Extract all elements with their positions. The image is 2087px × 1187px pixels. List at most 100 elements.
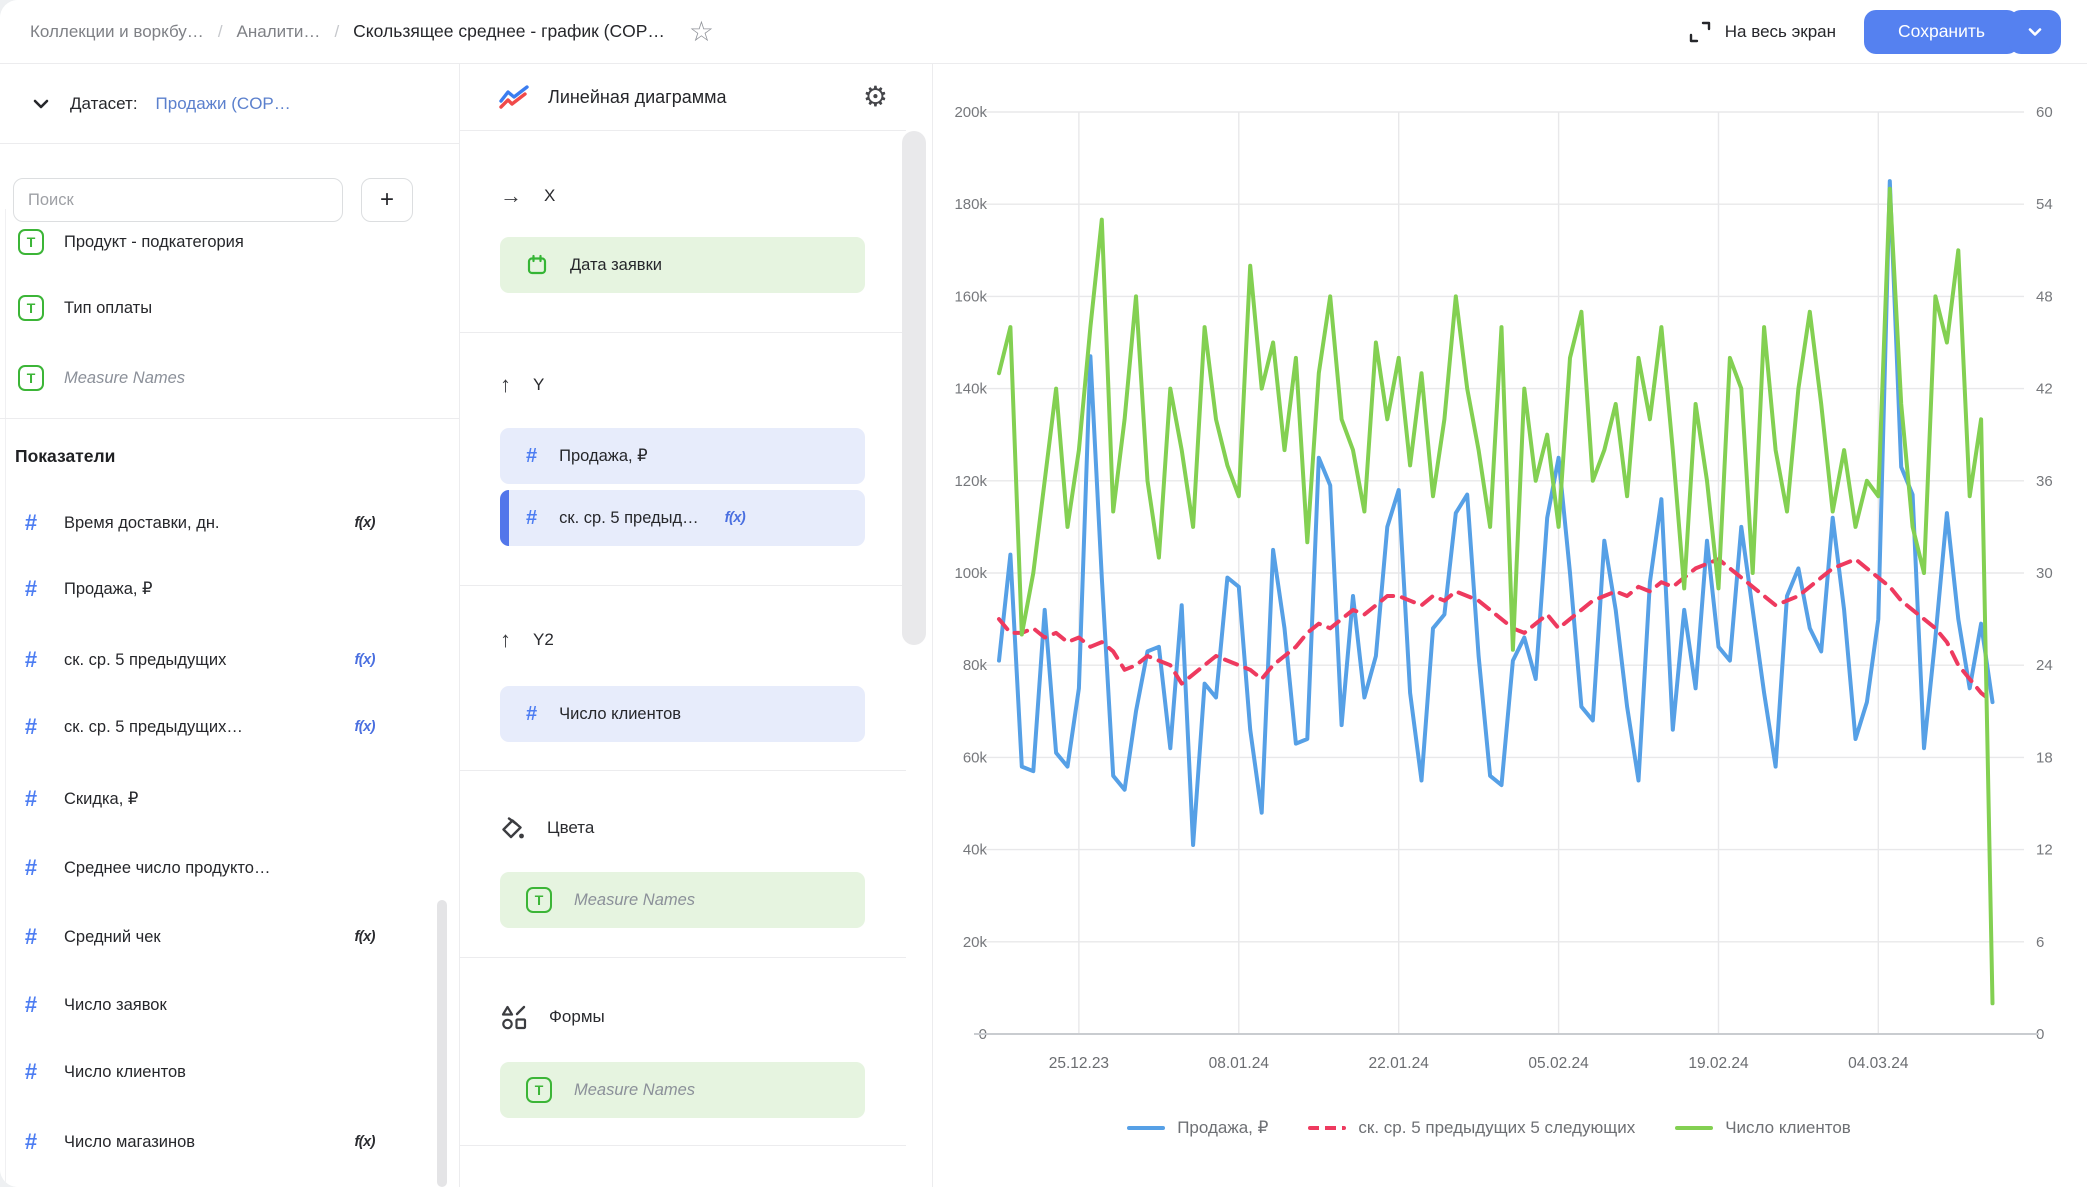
section-colors: Цвета (500, 808, 594, 848)
calendar-icon (526, 254, 548, 276)
divider (0, 418, 459, 419)
legend-label: Число клиентов (1725, 1118, 1851, 1138)
svg-text:180k: 180k (954, 196, 987, 213)
field-label: Среднее число продукто… (64, 859, 270, 878)
svg-text:60: 60 (2036, 104, 2053, 121)
field-row-measure[interactable]: # Число заявок (0, 981, 459, 1029)
field-label: Продукт - подкатегория (64, 233, 244, 252)
shelf-field-colors[interactable]: T Measure Names (500, 872, 865, 928)
field-label: Число клиентов (64, 1063, 186, 1082)
svg-text:100k: 100k (954, 565, 987, 582)
field-row-measure[interactable]: #Среднее число продукто… (0, 844, 459, 892)
arrow-up-icon: ↑ (500, 372, 511, 398)
number-field-icon: # (526, 445, 537, 468)
section-shapes-label: Формы (549, 1007, 605, 1027)
number-field-icon: # (18, 786, 44, 812)
gear-icon[interactable]: ⚙ (863, 83, 888, 111)
divider (460, 1145, 906, 1146)
chart-type-header: Линейная диаграмма ⚙ (460, 64, 932, 130)
shelf-field-x[interactable]: Дата заявки (500, 237, 865, 293)
dataset-label: Датасет: (70, 94, 138, 114)
number-field-icon: # (18, 1059, 44, 1085)
svg-text:140k: 140k (954, 381, 987, 398)
svg-text:36: 36 (2036, 473, 2053, 490)
section-y2: ↑ Y2 (500, 620, 554, 660)
shelf-field-y2[interactable]: # Число клиентов (500, 686, 865, 742)
number-field-icon: # (18, 992, 44, 1018)
legend-item-clients[interactable]: Число клиентов (1675, 1118, 1851, 1138)
dataset-row: Датасет: Продажи (COP… (0, 64, 459, 143)
svg-text:20k: 20k (963, 934, 988, 951)
legend-label: Продажа, ₽ (1177, 1118, 1268, 1138)
svg-text:08.01.24: 08.01.24 (1209, 1055, 1270, 1072)
field-label: Время доставки, дн. (64, 514, 220, 533)
shelf-field-label: ск. ср. 5 предыд… (559, 509, 699, 528)
arrow-up-icon: ↑ (500, 627, 511, 653)
section-colors-label: Цвета (547, 818, 594, 838)
sidebar-scrollbar[interactable] (437, 900, 447, 1187)
svg-text:54: 54 (2036, 196, 2053, 213)
field-label: ск. ср. 5 предыдущих (64, 651, 226, 670)
divider (460, 957, 906, 958)
field-row-measure[interactable]: #Средний чекf(x) (0, 913, 459, 961)
shelf-field-shapes[interactable]: T Measure Names (500, 1062, 865, 1118)
top-bar: Коллекции и воркбу… / Аналити… / Скользя… (0, 0, 2087, 64)
formula-icon: f(x) (354, 515, 375, 531)
text-field-icon: T (18, 365, 44, 391)
svg-text:200k: 200k (954, 104, 987, 121)
field-row-measure[interactable]: # Время доставки, дн. f(x) (0, 499, 459, 547)
breadcrumb-collections[interactable]: Коллекции и воркбу… (30, 22, 204, 42)
legend-item-sales[interactable]: Продажа, ₽ (1127, 1118, 1268, 1138)
section-shapes: Формы (500, 997, 605, 1037)
field-label: Продажа, ₽ (64, 579, 153, 599)
shelf-scrollbar[interactable] (902, 131, 926, 645)
svg-text:22.01.24: 22.01.24 (1369, 1055, 1430, 1072)
chart-canvas[interactable]: 0020k640k1260k1880k24100k30120k36140k421… (934, 64, 2087, 1187)
chart-settings-panel: Линейная диаграмма ⚙ → X Дата заявки ↑ Y… (460, 64, 933, 1187)
shelf-field-y1[interactable]: # Продажа, ₽ (500, 428, 865, 484)
breadcrumb-analytics[interactable]: Аналити… (237, 22, 321, 42)
shelf-field-y2-selected[interactable]: # ск. ср. 5 предыд… f(x) (500, 490, 865, 546)
search-input[interactable] (13, 178, 343, 222)
add-field-button[interactable]: + (361, 178, 413, 222)
field-row-dimension[interactable]: T Продукт - подкатегория (0, 218, 459, 266)
formula-icon: f(x) (354, 652, 375, 668)
topbar-actions: На весь экран Сохранить (1687, 10, 2061, 54)
measures-header: Показатели (15, 446, 115, 467)
collapse-chevron-icon[interactable] (30, 93, 52, 115)
number-field-icon: # (18, 510, 44, 536)
field-row-dimension[interactable]: T Тип оплаты (0, 284, 459, 332)
dataset-name-link[interactable]: Продажи (COP… (156, 94, 291, 114)
save-button[interactable]: Сохранить (1864, 10, 2019, 54)
fullscreen-button[interactable]: На весь экран (1687, 19, 1836, 45)
shelf-field-label: Дата заявки (570, 256, 662, 275)
field-label: Число заявок (64, 996, 167, 1015)
favorite-star-icon[interactable]: ☆ (689, 18, 714, 46)
field-row-measure[interactable]: # Число магазинов f(x) (0, 1118, 459, 1166)
legend-item-moving-average[interactable]: ск. ср. 5 предыдущих 5 следующих (1308, 1118, 1635, 1138)
breadcrumb: Коллекции и воркбу… / Аналити… / Скользя… (30, 18, 714, 46)
shelf-field-label: Measure Names (574, 891, 695, 910)
legend-label: ск. ср. 5 предыдущих 5 следующих (1358, 1118, 1635, 1138)
app-window: Коллекции и воркбу… / Аналити… / Скользя… (0, 0, 2087, 1187)
svg-text:04.03.24: 04.03.24 (1848, 1055, 1909, 1072)
field-label: Число магазинов (64, 1133, 195, 1152)
section-y-label: Y (533, 375, 544, 395)
field-row-measure[interactable]: # Число клиентов (0, 1048, 459, 1096)
fullscreen-icon (1687, 19, 1713, 45)
svg-text:25.12.23: 25.12.23 (1049, 1055, 1109, 1072)
number-field-icon: # (18, 1129, 44, 1155)
field-row-measure[interactable]: #Скидка, ₽ (0, 775, 459, 823)
save-more-button[interactable] (2009, 10, 2061, 54)
text-field-icon: T (18, 295, 44, 321)
formula-icon: f(x) (725, 510, 746, 526)
field-row-measure[interactable]: #ск. ср. 5 предыдущих…f(x) (0, 703, 459, 751)
formula-icon: f(x) (354, 1134, 375, 1150)
field-label: ск. ср. 5 предыдущих… (64, 718, 243, 737)
chart-legend: Продажа, ₽ ск. ср. 5 предыдущих 5 следую… (934, 1118, 2044, 1138)
divider (0, 143, 459, 144)
selection-bar (500, 490, 509, 546)
field-row-measure[interactable]: #Продажа, ₽ (0, 565, 459, 613)
field-row-measure[interactable]: #ск. ср. 5 предыдущихf(x) (0, 636, 459, 684)
field-row-measure-names[interactable]: T Measure Names (0, 354, 459, 402)
